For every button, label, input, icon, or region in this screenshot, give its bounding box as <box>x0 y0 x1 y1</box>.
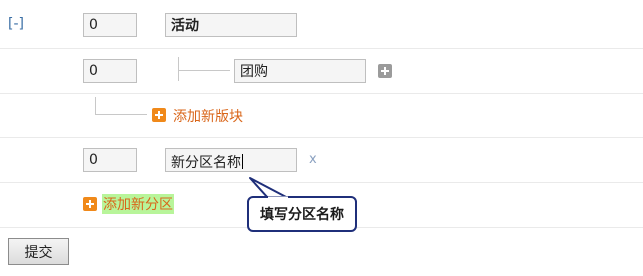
new-section-name-text: 新分区名称 <box>171 155 241 171</box>
block-order-input[interactable] <box>83 59 137 83</box>
collapse-toggle[interactable]: [-] <box>8 16 24 32</box>
add-subblock-icon[interactable] <box>378 64 392 78</box>
section-name-input[interactable] <box>165 13 297 37</box>
block-name-input[interactable] <box>234 59 366 83</box>
tooltip-text: 填写分区名称 <box>260 207 344 223</box>
block-row <box>0 48 643 94</box>
add-block-row: 添加新版块 <box>0 93 643 138</box>
add-block-link[interactable]: 添加新版块 <box>173 106 243 126</box>
tree-line-horizontal <box>95 114 147 115</box>
tree-line-horizontal <box>178 70 230 71</box>
new-section-order-input[interactable] <box>83 148 137 172</box>
delete-section-button[interactable]: x <box>309 152 317 167</box>
new-section-row: 新分区名称 x <box>0 137 643 183</box>
add-section-icon[interactable] <box>83 197 97 211</box>
text-cursor <box>242 154 243 169</box>
section-row: [-] <box>0 0 643 49</box>
tooltip: 填写分区名称 <box>247 196 357 232</box>
add-block-icon[interactable] <box>152 108 166 122</box>
add-section-link[interactable]: 添加新分区 <box>102 194 174 214</box>
submit-button[interactable]: 提交 <box>8 238 69 265</box>
section-order-input[interactable] <box>83 13 137 37</box>
new-section-name-input[interactable]: 新分区名称 <box>165 148 297 172</box>
tree-line-vertical <box>95 97 96 114</box>
tree-line-vertical <box>178 57 179 81</box>
